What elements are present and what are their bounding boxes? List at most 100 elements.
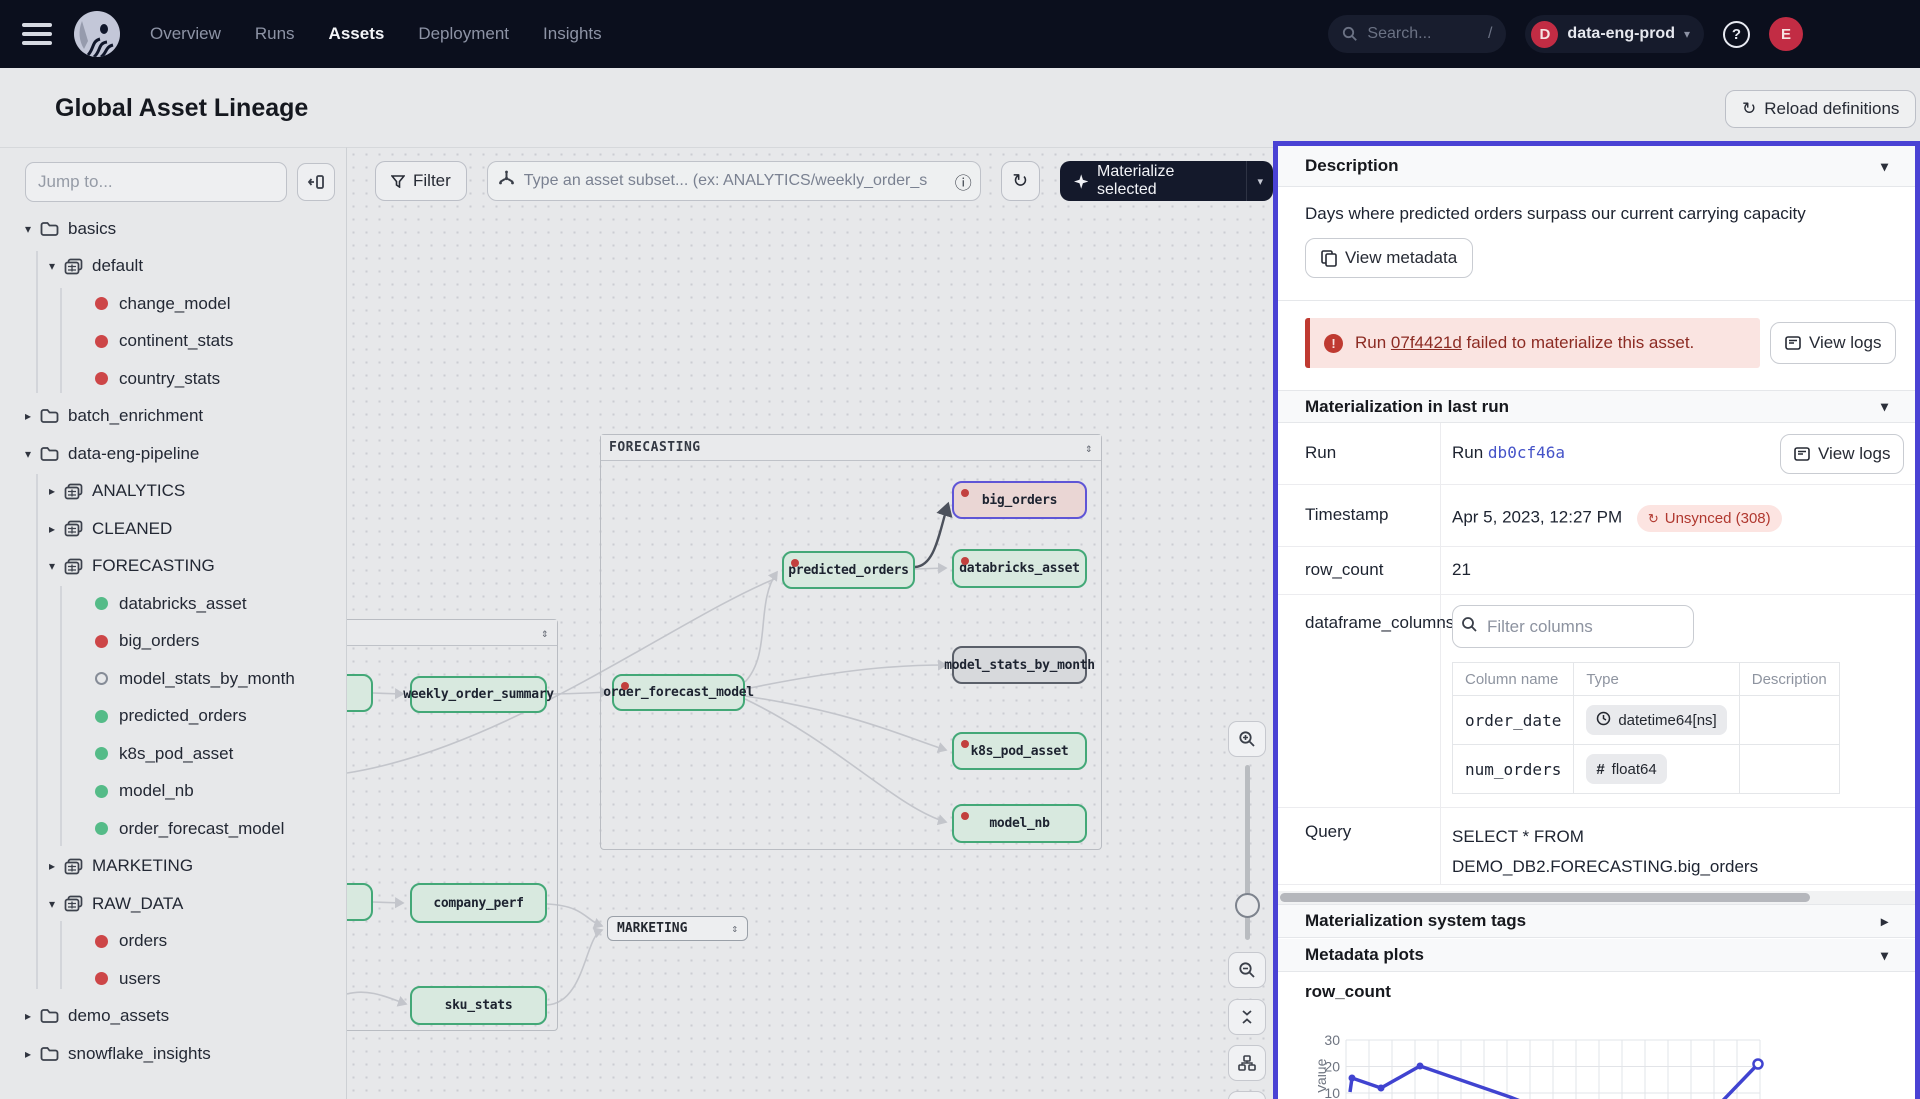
jump-to-input[interactable] [25,162,287,202]
asset-node-predicted_orders[interactable]: predicted_orders [782,551,915,589]
refresh-graph-button[interactable]: ↻ [1001,161,1040,201]
sidebar-item-snowflake_insights[interactable]: ▸snowflake_insights [0,1035,347,1073]
global-search[interactable]: Search... / [1328,15,1506,53]
user-avatar[interactable]: E [1769,17,1803,51]
nav-item-deployment[interactable]: Deployment [418,24,509,44]
zoom-in-button[interactable] [1228,721,1266,757]
caret-down-icon[interactable]: ▾ [40,897,64,911]
hash-icon: # [1596,761,1604,778]
sidebar-item-ANALYTICS[interactable]: ▸ANALYTICS [0,473,347,511]
asset-node-clipped[interactable] [347,674,373,712]
table-header: Description [1739,663,1839,696]
asset-node-weekly_order_summary[interactable]: weekly_order_summary [410,676,547,713]
sidebar-item-databricks_asset[interactable]: databricks_asset [0,585,347,623]
lineage-graph-canvas[interactable]: ⇕FORECASTING⇕MARKETING⇕ weekly_order_sum… [347,147,1273,1099]
zoom-slider-handle[interactable] [1235,893,1260,918]
collapse-group-icon[interactable]: ⇕ [1085,441,1093,455]
sidebar-item-orders[interactable]: orders [0,923,347,961]
reload-definitions-button[interactable]: ↻ Reload definitions [1725,90,1916,128]
view-logs-button[interactable]: View logs [1780,434,1904,474]
section-header-description[interactable]: Description ▾ [1278,146,1915,187]
sidebar-item-big_orders[interactable]: big_orders [0,623,347,661]
asset-node-order_forecast_model[interactable]: order_forecast_model [612,674,745,711]
caret-right-icon[interactable]: ▸ [40,859,64,873]
sidebar-item-FORECASTING[interactable]: ▾FORECASTING [0,548,347,586]
sidebar-item-continent_stats[interactable]: continent_stats [0,323,347,361]
materialize-selected-button[interactable]: Materialize selected ▾ [1060,161,1273,201]
caret-right-icon[interactable]: ▸ [40,484,64,498]
view-metadata-button[interactable]: View metadata [1305,238,1473,278]
filter-columns-input[interactable] [1452,605,1694,648]
asset-node-big_orders[interactable]: big_orders [952,481,1087,519]
sidebar-item-change_model[interactable]: change_model [0,285,347,323]
hamburger-menu-icon[interactable] [22,23,52,45]
collapsed-group-MARKETING[interactable]: MARKETING⇕ [607,916,748,941]
nav-item-runs[interactable]: Runs [255,24,295,44]
collapse-group-icon[interactable]: ⇕ [541,626,549,640]
asset-node-model_stats_by_month[interactable]: model_stats_by_month [952,646,1087,684]
sidebar-item-label: k8s_pod_asset [119,744,233,764]
panel-hscrollbar[interactable] [1280,893,1810,902]
sidebar-item-default[interactable]: ▾default [0,248,347,286]
asset-node-company_perf[interactable]: company_perf [410,883,547,923]
run-id[interactable]: db0cf46a [1488,443,1565,462]
caret-down-icon[interactable]: ▾ [16,222,40,236]
sidebar-item-MARKETING[interactable]: ▸ MARKETING [0,848,347,886]
layout-graph-button[interactable] [1228,1045,1266,1081]
sidebar-item-model_nb[interactable]: model_nb [0,773,347,811]
asset-node-model_nb[interactable]: model_nb [952,804,1087,843]
sidebar-item-basics[interactable]: ▾basics [0,210,347,248]
sidebar-item-model_stats_by_month[interactable]: model_stats_by_month [0,660,347,698]
failed-run-link[interactable]: 07f4421d [1391,333,1462,352]
collapse-groups-button[interactable] [1228,999,1266,1035]
sidebar-item-order_forecast_model[interactable]: order_forecast_model [0,810,347,848]
asset-node-k8s_pod_asset[interactable]: k8s_pod_asset [952,732,1087,770]
expand-group-icon[interactable]: ⇕ [731,922,738,935]
asset-node-clipped[interactable] [347,883,373,921]
caret-right-icon[interactable]: ▸ [40,522,64,536]
zoom-out-button[interactable] [1228,952,1266,988]
asset-description: Days where predicted orders surpass our … [1305,204,1806,224]
dagster-logo[interactable] [74,11,120,57]
nav-item-assets[interactable]: Assets [329,24,385,44]
sidebar-item-users[interactable]: users [0,960,347,998]
view-logs-button[interactable]: View logs [1770,322,1896,364]
caret-right-icon[interactable]: ▸ [16,409,40,423]
recenter-button[interactable] [1228,1091,1266,1099]
caret-right-icon[interactable]: ▸ [16,1009,40,1023]
sidebar-item-CLEANED[interactable]: ▸CLEANED [0,510,347,548]
sidebar-item-k8s_pod_asset[interactable]: k8s_pod_asset [0,735,347,773]
caret-down-icon[interactable]: ▾ [40,259,64,273]
sidebar-item-country_stats[interactable]: country_stats [0,360,347,398]
sidebar-item-data-eng-pipeline[interactable]: ▾data-eng-pipeline [0,435,347,473]
sidebar-item-batch_enrichment[interactable]: ▸batch_enrichment [0,398,347,436]
asset-node-label: weekly_order_summary [403,687,554,702]
asset-subset-input[interactable] [487,161,981,201]
graph-group-header[interactable]: ⇕ [347,620,557,646]
section-header-metadata-plots[interactable]: Metadata plots ▾ [1278,939,1915,972]
status-dot-red [95,297,108,310]
copy-icon [1321,250,1337,267]
collapse-sidebar-button[interactable] [297,163,335,201]
asset-node-databricks_asset[interactable]: databricks_asset [952,549,1087,588]
graph-group-header[interactable]: FORECASTING⇕ [601,435,1101,461]
sidebar-item-RAW_DATA[interactable]: ▾RAW_DATA [0,885,347,923]
sidebar-item-label: MARKETING [92,856,193,876]
deployment-switcher[interactable]: D data-eng-prod ▾ [1525,15,1704,53]
filter-button[interactable]: Filter [375,161,467,201]
caret-right-icon[interactable]: ▸ [16,1047,40,1061]
materialize-dropdown-caret[interactable]: ▾ [1246,161,1273,201]
nav-item-overview[interactable]: Overview [150,24,221,44]
asset-node-sku_stats[interactable]: sku_stats [410,986,547,1025]
caret-down-icon[interactable]: ▾ [16,447,40,461]
panel-hscrollbar-track [1278,891,1915,904]
section-header-materialization[interactable]: Materialization in last run ▾ [1278,390,1915,423]
sidebar-item-demo_assets[interactable]: ▸demo_assets [0,998,347,1036]
sidebar-item-predicted_orders[interactable]: predicted_orders [0,698,347,736]
status-dot-red [95,635,108,648]
info-icon[interactable]: ⓘ [955,169,972,194]
help-icon[interactable]: ? [1723,21,1750,48]
caret-down-icon[interactable]: ▾ [40,559,64,573]
nav-item-insights[interactable]: Insights [543,24,602,44]
section-header-system-tags[interactable]: Materialization system tags ▸ [1278,904,1915,938]
